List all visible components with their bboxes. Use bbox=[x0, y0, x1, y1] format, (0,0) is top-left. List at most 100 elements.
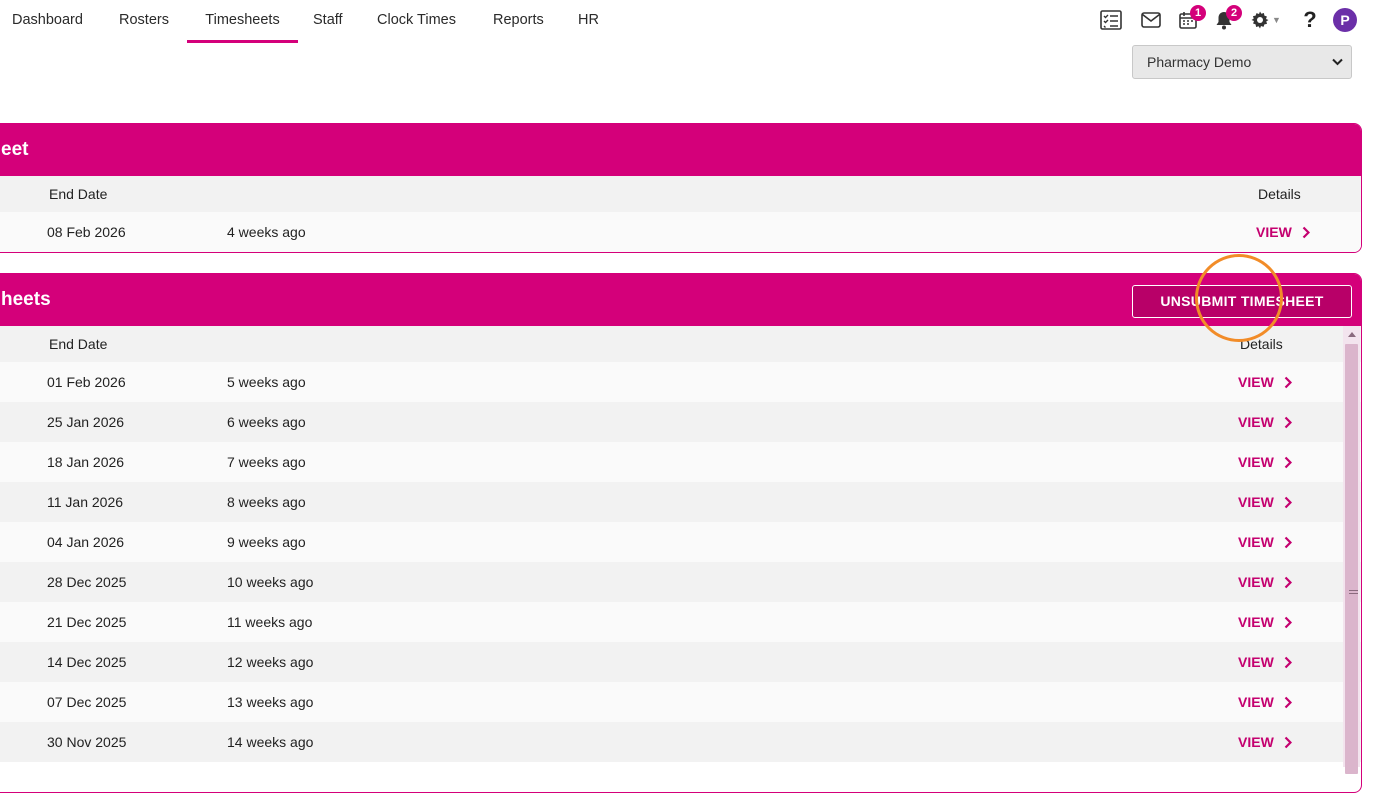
relative-time-cell: 7 weeks ago bbox=[227, 454, 306, 470]
panel-header: heets UNSUBMIT TIMESHEET bbox=[0, 274, 1361, 326]
view-link[interactable]: VIEW bbox=[1238, 402, 1292, 442]
avatar[interactable]: P bbox=[1332, 6, 1358, 34]
column-header-details: Details bbox=[1240, 336, 1283, 352]
view-label: VIEW bbox=[1238, 734, 1274, 750]
submitted-timesheets-panel: heets UNSUBMIT TIMESHEET End Date Detail… bbox=[0, 273, 1362, 793]
table-row: 11 Jan 2026 8 weeks ago VIEW bbox=[0, 482, 1361, 522]
view-link[interactable]: VIEW bbox=[1238, 482, 1292, 522]
table-header: End Date Details bbox=[0, 176, 1361, 212]
chevron-right-icon bbox=[1302, 226, 1310, 238]
store-select-value: Pharmacy Demo bbox=[1147, 54, 1252, 70]
chevron-right-icon bbox=[1284, 536, 1292, 548]
column-header-end-date: End Date bbox=[49, 336, 108, 352]
end-date-cell: 21 Dec 2025 bbox=[47, 614, 127, 630]
calendar-icon[interactable]: 1 bbox=[1175, 5, 1206, 34]
chevron-right-icon bbox=[1284, 496, 1292, 508]
view-label: VIEW bbox=[1238, 494, 1274, 510]
table-header: End Date Details bbox=[0, 326, 1361, 362]
view-link[interactable]: VIEW bbox=[1238, 562, 1292, 602]
end-date-cell: 28 Dec 2025 bbox=[47, 574, 127, 590]
current-timesheet-panel: eet End Date Details 08 Feb 2026 4 weeks… bbox=[0, 123, 1362, 253]
chevron-right-icon bbox=[1284, 456, 1292, 468]
tab-timesheets[interactable]: Timesheets bbox=[187, 0, 298, 43]
table-row: 21 Dec 2025 11 weeks ago VIEW bbox=[0, 602, 1361, 642]
chevron-right-icon bbox=[1284, 696, 1292, 708]
end-date-cell: 04 Jan 2026 bbox=[47, 534, 125, 550]
end-date-cell: 08 Feb 2026 bbox=[47, 224, 126, 240]
gear-icon[interactable]: ▼ bbox=[1248, 6, 1284, 34]
table-row: 07 Dec 2025 13 weeks ago VIEW bbox=[0, 682, 1361, 722]
avatar-initial: P bbox=[1333, 8, 1357, 32]
view-label: VIEW bbox=[1238, 454, 1274, 470]
end-date-cell: 14 Dec 2025 bbox=[47, 654, 127, 670]
scroll-up-arrow-icon[interactable] bbox=[1343, 326, 1360, 342]
tab-hr[interactable]: HR bbox=[578, 0, 599, 43]
chevron-right-icon bbox=[1284, 656, 1292, 668]
view-link[interactable]: VIEW bbox=[1238, 642, 1292, 682]
end-date-cell: 07 Dec 2025 bbox=[47, 694, 127, 710]
calendar-badge: 1 bbox=[1190, 5, 1206, 21]
bell-icon[interactable]: 2 bbox=[1211, 5, 1242, 34]
view-label: VIEW bbox=[1238, 414, 1274, 430]
chevron-right-icon bbox=[1284, 736, 1292, 748]
panel-header: eet bbox=[0, 124, 1361, 176]
chevron-right-icon bbox=[1284, 616, 1292, 628]
view-link[interactable]: VIEW bbox=[1238, 522, 1292, 562]
relative-time-cell: 14 weeks ago bbox=[227, 734, 314, 750]
panel-title: eet bbox=[1, 139, 29, 160]
tab-staff[interactable]: Staff bbox=[313, 0, 343, 43]
view-label: VIEW bbox=[1238, 694, 1274, 710]
relative-time-cell: 11 weeks ago bbox=[227, 614, 313, 630]
end-date-cell: 30 Nov 2025 bbox=[47, 734, 127, 750]
table-row: 25 Jan 2026 6 weeks ago VIEW bbox=[0, 402, 1361, 442]
relative-time-cell: 4 weeks ago bbox=[227, 224, 306, 240]
help-icon[interactable]: ? bbox=[1297, 6, 1323, 34]
table-row: 28 Dec 2025 10 weeks ago VIEW bbox=[0, 562, 1361, 602]
chevron-down-icon: ▼ bbox=[1272, 15, 1281, 25]
chevron-right-icon bbox=[1284, 576, 1292, 588]
view-label: VIEW bbox=[1238, 574, 1274, 590]
top-nav: Dashboard Rosters Timesheets Staff Clock… bbox=[0, 0, 1377, 44]
view-link[interactable]: VIEW bbox=[1256, 212, 1310, 252]
view-link[interactable]: VIEW bbox=[1238, 362, 1292, 402]
tab-clock-times[interactable]: Clock Times bbox=[377, 0, 456, 43]
chevron-right-icon bbox=[1284, 416, 1292, 428]
scroll-thumb[interactable] bbox=[1345, 344, 1358, 774]
view-label: VIEW bbox=[1238, 614, 1274, 630]
table-row: 30 Nov 2025 14 weeks ago VIEW bbox=[0, 722, 1361, 762]
view-link[interactable]: VIEW bbox=[1238, 722, 1292, 762]
view-label: VIEW bbox=[1256, 224, 1292, 240]
table-row: 01 Feb 2026 5 weeks ago VIEW bbox=[0, 362, 1361, 402]
table-row: 18 Jan 2026 7 weeks ago VIEW bbox=[0, 442, 1361, 482]
scrollbar[interactable] bbox=[1343, 326, 1360, 774]
view-link[interactable]: VIEW bbox=[1238, 442, 1292, 482]
relative-time-cell: 8 weeks ago bbox=[227, 494, 306, 510]
table-row: 08 Feb 2026 4 weeks ago VIEW bbox=[0, 212, 1361, 252]
store-select[interactable]: Pharmacy Demo bbox=[1132, 45, 1352, 79]
table-row: 14 Dec 2025 12 weeks ago VIEW bbox=[0, 642, 1361, 682]
panel-title: heets bbox=[1, 289, 51, 310]
view-label: VIEW bbox=[1238, 534, 1274, 550]
relative-time-cell: 13 weeks ago bbox=[227, 694, 314, 710]
column-header-end-date: End Date bbox=[49, 186, 108, 202]
checklist-icon[interactable] bbox=[1098, 6, 1124, 34]
view-label: VIEW bbox=[1238, 374, 1274, 390]
relative-time-cell: 6 weeks ago bbox=[227, 414, 306, 430]
relative-time-cell: 12 weeks ago bbox=[227, 654, 314, 670]
view-link[interactable]: VIEW bbox=[1238, 602, 1292, 642]
unsubmit-timesheet-button[interactable]: UNSUBMIT TIMESHEET bbox=[1132, 285, 1352, 318]
view-label: VIEW bbox=[1238, 654, 1274, 670]
tab-rosters[interactable]: Rosters bbox=[119, 0, 169, 43]
relative-time-cell: 5 weeks ago bbox=[227, 374, 306, 390]
chevron-right-icon bbox=[1284, 376, 1292, 388]
scroll-grip bbox=[1349, 590, 1358, 594]
tab-reports[interactable]: Reports bbox=[493, 0, 544, 43]
relative-time-cell: 10 weeks ago bbox=[227, 574, 314, 590]
view-link[interactable]: VIEW bbox=[1238, 682, 1292, 722]
tab-dashboard[interactable]: Dashboard bbox=[12, 0, 83, 43]
chevron-down-icon bbox=[1332, 58, 1343, 66]
end-date-cell: 18 Jan 2026 bbox=[47, 454, 125, 470]
mail-icon[interactable] bbox=[1138, 6, 1164, 34]
end-date-cell: 11 Jan 2026 bbox=[47, 494, 124, 510]
end-date-cell: 25 Jan 2026 bbox=[47, 414, 125, 430]
